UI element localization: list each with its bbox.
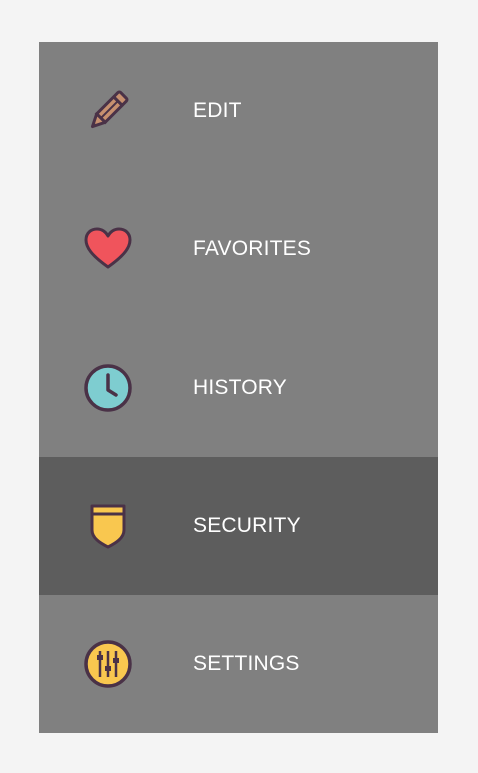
pencil-icon (83, 86, 133, 136)
menu-item-settings[interactable]: SETTINGS (39, 595, 438, 733)
heart-icon (83, 224, 133, 274)
menu-item-label: FAVORITES (193, 237, 312, 260)
menu-item-security[interactable]: SECURITY (39, 457, 438, 595)
menu-item-label: SECURITY (193, 514, 301, 537)
clock-icon (83, 363, 133, 413)
menu-item-label: HISTORY (193, 376, 287, 399)
menu-item-history[interactable]: HISTORY (39, 319, 438, 457)
sliders-icon (83, 639, 133, 689)
shield-icon (83, 501, 133, 551)
side-menu: EDIT FAVORITES HISTORY SECURITY SETTINGS (39, 42, 438, 733)
menu-item-label: EDIT (193, 99, 242, 122)
menu-item-label: SETTINGS (193, 652, 300, 675)
menu-item-favorites[interactable]: FAVORITES (39, 180, 438, 318)
menu-item-edit[interactable]: EDIT (39, 42, 438, 180)
